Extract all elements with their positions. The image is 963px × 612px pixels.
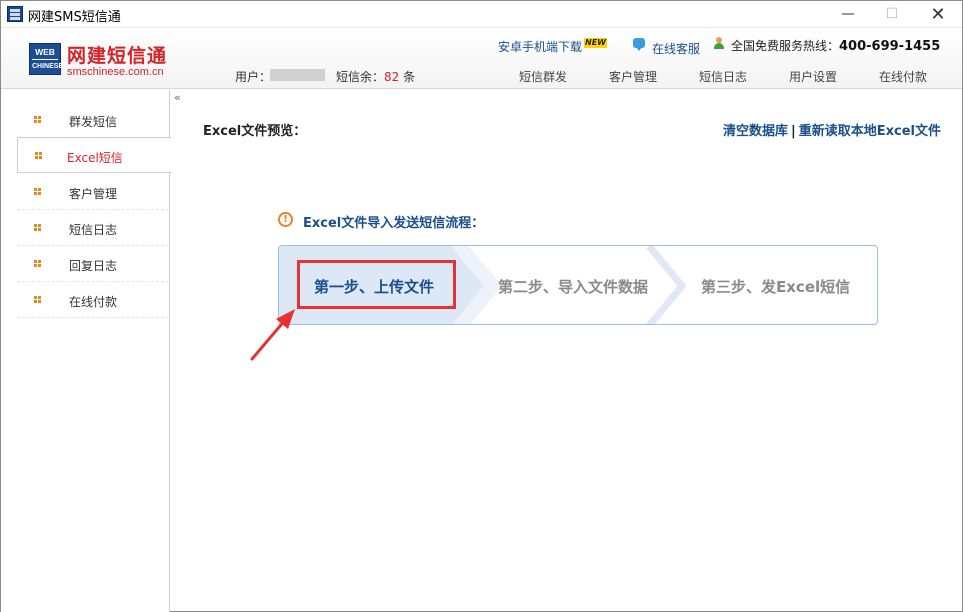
hotline-number: 400-699-1455 xyxy=(839,39,941,54)
new-badge: NEW xyxy=(584,38,607,48)
brand-url: smschinese.com.cn xyxy=(67,66,164,78)
sidebar: 群发短信 Excel短信 客户管理 短信日志 回复日志 在线付款 xyxy=(1,90,171,612)
hotline: 全国免费服务热线：400-699-1455 xyxy=(731,37,940,54)
user-label: 用户： xyxy=(235,70,272,84)
step2-divider xyxy=(646,246,687,324)
online-service-link[interactable]: 在线客服 xyxy=(652,40,700,57)
app-header: WEB CHINESE 网建短信通 smschinese.com.cn 用户： … xyxy=(1,29,962,89)
balance-label: 短信余： xyxy=(336,70,385,84)
nav-item-user-settings[interactable]: 用户设置 xyxy=(789,68,837,85)
reload-excel-link[interactable]: 重新读取本地Excel文件 xyxy=(799,124,941,139)
balance-unit: 条 xyxy=(403,70,416,84)
action-links: 清空数据库 | 重新读取本地Excel文件 xyxy=(723,120,941,139)
sidebar-item-bulk-sms[interactable]: 群发短信 xyxy=(17,102,169,138)
bullet-icon xyxy=(35,152,42,159)
sidebar-item-label: Excel短信 xyxy=(67,151,123,165)
app-logo-icon xyxy=(7,6,23,22)
nav-item-sms-log[interactable]: 短信日志 xyxy=(699,68,747,85)
bullet-icon xyxy=(34,296,41,303)
flow-title: Excel文件导入发送短信流程： xyxy=(303,216,485,231)
link-separator: | xyxy=(791,124,796,139)
balance-display: 短信余：82 条 xyxy=(336,68,415,85)
nav-item-online-payment[interactable]: 在线付款 xyxy=(879,68,927,85)
sidebar-item-label: 群发短信 xyxy=(69,115,118,129)
sidebar-item-label: 客户管理 xyxy=(69,187,118,201)
sidebar-item-label: 回复日志 xyxy=(69,259,118,273)
balance-value: 82 xyxy=(384,70,400,84)
sidebar-item-label: 短信日志 xyxy=(69,223,118,237)
brand-logo: WEB CHINESE xyxy=(29,43,63,75)
sidebar-item-reply-log[interactable]: 回复日志 xyxy=(17,246,169,282)
bullet-icon xyxy=(34,224,41,231)
nav-item-sms-broadcast[interactable]: 短信群发 xyxy=(519,68,567,85)
sidebar-collapse-button[interactable]: « xyxy=(174,91,181,104)
android-download-link[interactable]: 安卓手机端下载 NEW xyxy=(498,38,607,55)
app-window: 网建SMS短信通 — ☐ ✕ WEB CHINESE 网建短信通 smschin… xyxy=(0,0,963,612)
sidebar-item-excel-sms[interactable]: Excel短信 xyxy=(17,137,171,173)
nav-item-customer-management[interactable]: 客户管理 xyxy=(609,68,657,85)
step-3-send-excel-sms: 第三步、发Excel短信 xyxy=(701,278,851,296)
sidebar-item-customer-management[interactable]: 客户管理 xyxy=(17,174,169,210)
maximize-button[interactable]: ☐ xyxy=(869,1,915,28)
bullet-icon xyxy=(34,116,41,123)
sidebar-item-online-payment[interactable]: 在线付款 xyxy=(17,282,169,318)
sidebar-item-sms-log[interactable]: 短信日志 xyxy=(17,210,169,246)
username-redacted xyxy=(270,69,325,81)
excel-preview-title: Excel文件预览： xyxy=(203,124,307,139)
window-title: 网建SMS短信通 xyxy=(28,10,121,25)
hotline-label: 全国免费服务热线： xyxy=(731,39,840,53)
bullet-icon xyxy=(34,260,41,267)
chat-bubble-icon xyxy=(633,38,645,51)
close-button[interactable]: ✕ xyxy=(915,1,961,28)
android-download-label: 安卓手机端下载 xyxy=(498,40,583,54)
bullet-icon xyxy=(34,188,41,195)
minimize-button[interactable]: — xyxy=(825,1,871,28)
brand-name: 网建短信通 xyxy=(67,45,168,67)
brand-logo-top: WEB xyxy=(35,47,55,57)
warning-circle-icon: ! xyxy=(278,212,293,227)
title-bar: 网建SMS短信通 — ☐ ✕ xyxy=(1,1,962,28)
step-2-import-data: 第二步、导入文件数据 xyxy=(498,278,649,296)
sidebar-item-label: 在线付款 xyxy=(69,295,118,309)
red-pointer-arrow-icon xyxy=(250,309,295,361)
brand-logo-bottom: CHINESE xyxy=(32,59,63,74)
person-icon xyxy=(713,37,725,49)
clear-database-link[interactable]: 清空数据库 xyxy=(723,124,788,139)
step-1-highlight-box xyxy=(297,260,456,309)
